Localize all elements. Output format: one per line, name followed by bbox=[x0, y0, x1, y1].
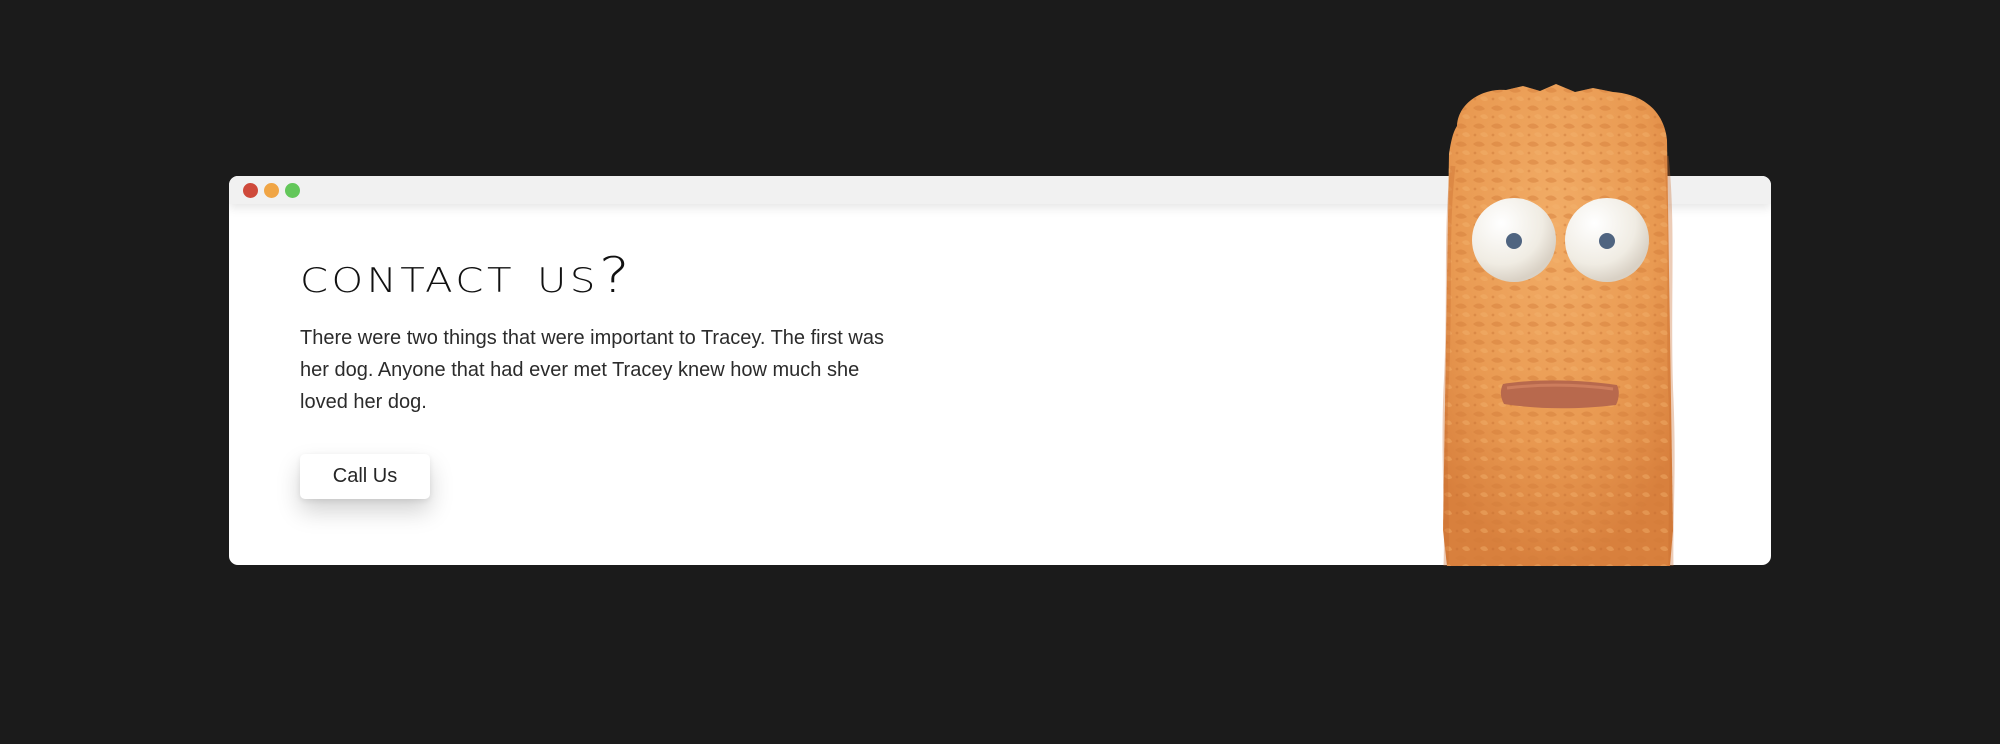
contact-description: There were two things that were importan… bbox=[300, 327, 884, 413]
call-us-button[interactable]: Call Us bbox=[300, 454, 430, 499]
close-window-button[interactable] bbox=[243, 183, 258, 198]
contact-section: Contact Us? There were two things that w… bbox=[300, 248, 940, 499]
zoom-window-button[interactable] bbox=[285, 183, 300, 198]
orange-character-illustration bbox=[1442, 84, 1675, 566]
minimize-window-button[interactable] bbox=[264, 183, 279, 198]
orange-character-icon bbox=[1435, 84, 1685, 566]
contact-heading: Contact Us? bbox=[300, 247, 634, 304]
